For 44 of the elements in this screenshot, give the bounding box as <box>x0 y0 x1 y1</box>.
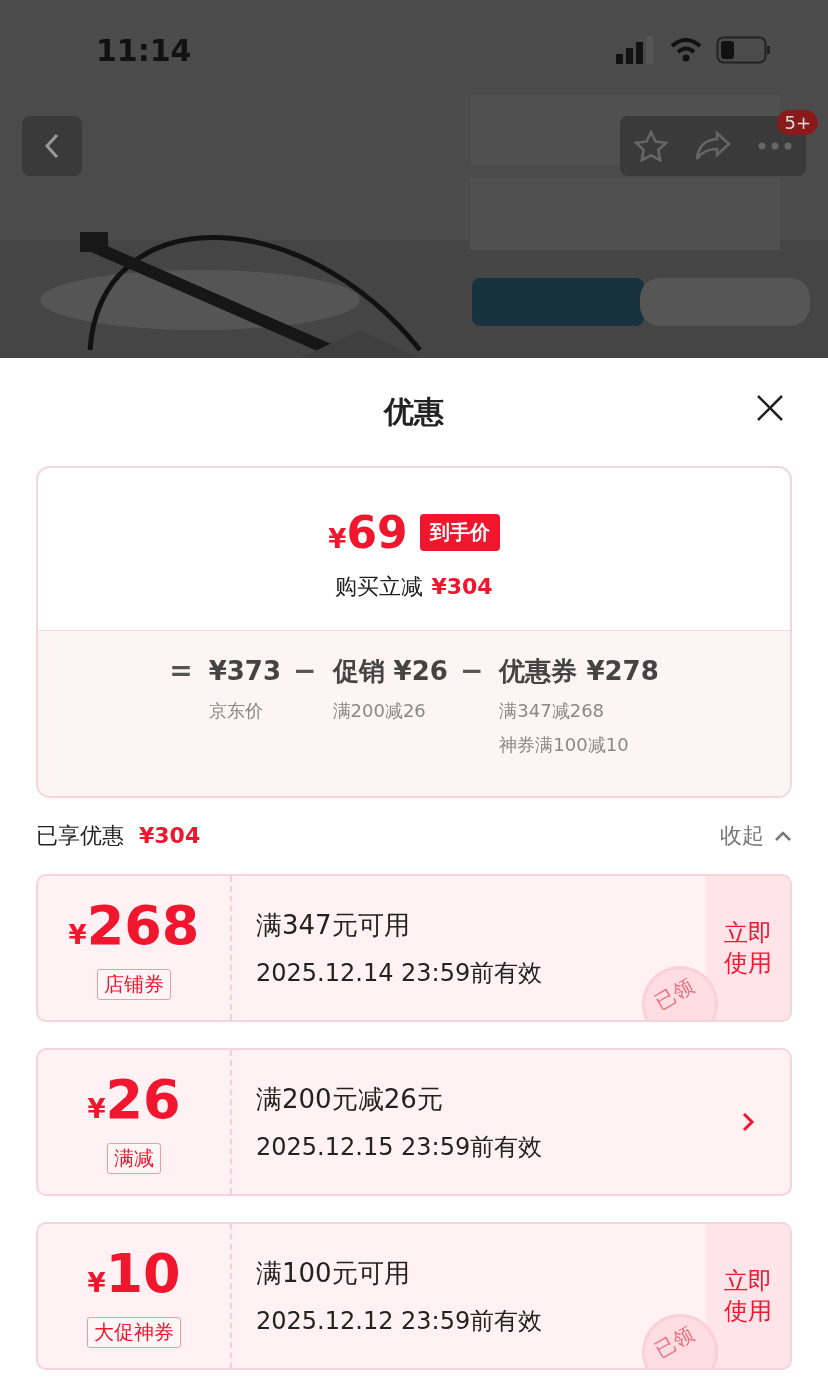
coupon-type-tag: 店铺券 <box>97 969 171 1000</box>
breakdown-amount: 促销 ¥26 <box>332 655 448 688</box>
breakdown-note: 京东价 <box>208 699 264 723</box>
enjoyed-discount-text: 已享优惠 ¥304 <box>36 822 201 850</box>
chevron-right-icon <box>741 1111 755 1133</box>
operator-sign: − <box>293 653 317 689</box>
sheet-title: 优惠 <box>384 392 444 431</box>
coupon-amount: ¥268 <box>68 896 200 959</box>
coupon-amount: ¥10 <box>87 1244 181 1307</box>
notification-badge: 5+ <box>777 110 818 135</box>
chevron-left-icon <box>44 132 60 160</box>
final-price: ¥69 <box>328 506 408 558</box>
back-button[interactable] <box>22 116 82 176</box>
coupon-condition: 满347元可用 <box>256 908 410 942</box>
close-button[interactable] <box>756 394 784 422</box>
final-price-tag: 到手价 <box>419 513 500 551</box>
more-icon[interactable] <box>758 142 793 150</box>
battery-icon <box>716 36 772 64</box>
use-now-button[interactable]: 立即使用 <box>706 876 790 1020</box>
coupon-condition: 满100元可用 <box>256 1256 410 1290</box>
use-now-button[interactable]: 立即使用 <box>706 1224 790 1368</box>
breakdown-note: 神券满100减10 <box>499 733 630 757</box>
breakdown-amount: 优惠券 ¥278 <box>499 655 659 688</box>
breakdown-note: 满347减268 <box>499 699 606 723</box>
coupon-validity: 2025.12.15 23:59前有效 <box>256 1131 543 1163</box>
coupon-type-tag: 大促神券 <box>87 1317 181 1348</box>
saving-text: 购买立减 ¥304 <box>335 572 493 601</box>
coupon-validity: 2025.12.14 23:59前有效 <box>256 957 543 989</box>
breakdown-amount: ¥373 <box>208 655 282 688</box>
coupon-condition: 满200元减26元 <box>256 1082 443 1116</box>
coupon-amount: ¥26 <box>87 1070 181 1133</box>
operator-sign: − <box>459 653 484 689</box>
star-icon[interactable] <box>633 130 668 162</box>
signal-icon <box>616 36 656 64</box>
coupon-type-tag: 满减 <box>107 1143 161 1174</box>
status-time: 11:14 <box>96 32 192 68</box>
breakdown-note: 满200减26 <box>332 699 427 723</box>
share-icon[interactable] <box>695 131 731 161</box>
chevron-up-icon <box>774 830 792 842</box>
collapse-toggle[interactable]: 收起 <box>720 821 792 851</box>
wifi-icon <box>670 38 702 62</box>
close-icon <box>756 394 784 422</box>
coupon-validity: 2025.12.12 23:59前有效 <box>256 1305 543 1337</box>
operator-sign: = <box>169 653 193 689</box>
